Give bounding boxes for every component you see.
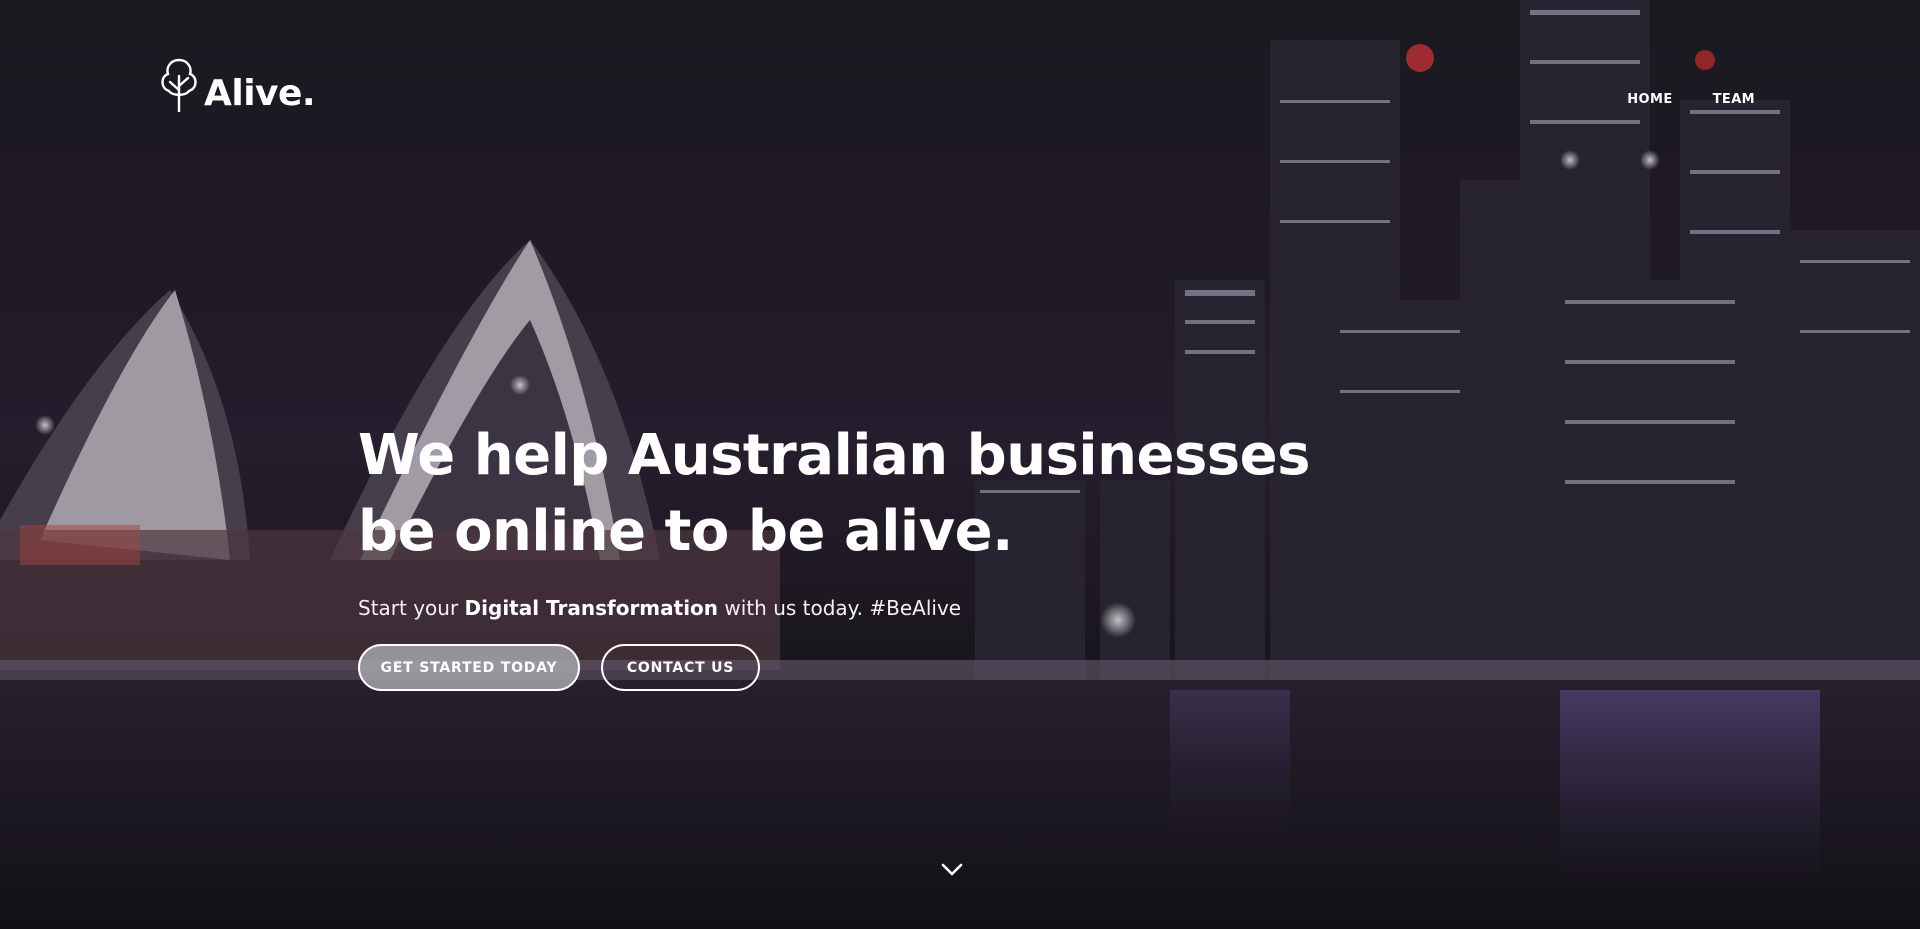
hero-content: We help Australian businesses be online … bbox=[358, 418, 1358, 691]
hero-buttons: GET STARTED TODAY CONTACT US bbox=[358, 644, 1358, 691]
site-header: Alive. HOME TEAM bbox=[0, 0, 1920, 200]
chevron-down-icon[interactable] bbox=[940, 858, 964, 882]
subline-prefix: Start your bbox=[358, 596, 465, 620]
nav-item-home[interactable]: HOME bbox=[1627, 92, 1672, 107]
brand-name: Alive. bbox=[204, 73, 316, 114]
brand-logo[interactable]: Alive. bbox=[156, 56, 316, 114]
contact-us-button[interactable]: CONTACT US bbox=[601, 644, 760, 691]
tree-icon bbox=[161, 58, 197, 112]
subline-suffix: with us today. #BeAlive bbox=[718, 596, 962, 620]
subline-bold: Digital Transformation bbox=[464, 596, 719, 620]
headline-line-2: be online to be alive. bbox=[358, 499, 1013, 564]
hero-headline: We help Australian businesses be online … bbox=[358, 418, 1358, 570]
headline-line-1: We help Australian businesses bbox=[358, 423, 1310, 488]
hero-subline: Start your Digital Transformation with u… bbox=[358, 596, 1358, 620]
get-started-button[interactable]: GET STARTED TODAY bbox=[358, 644, 580, 691]
nav-item-team[interactable]: TEAM bbox=[1713, 92, 1755, 107]
main-nav: HOME TEAM bbox=[1627, 92, 1755, 107]
hero-section: Alive. HOME TEAM We help Australian busi… bbox=[0, 0, 1920, 929]
